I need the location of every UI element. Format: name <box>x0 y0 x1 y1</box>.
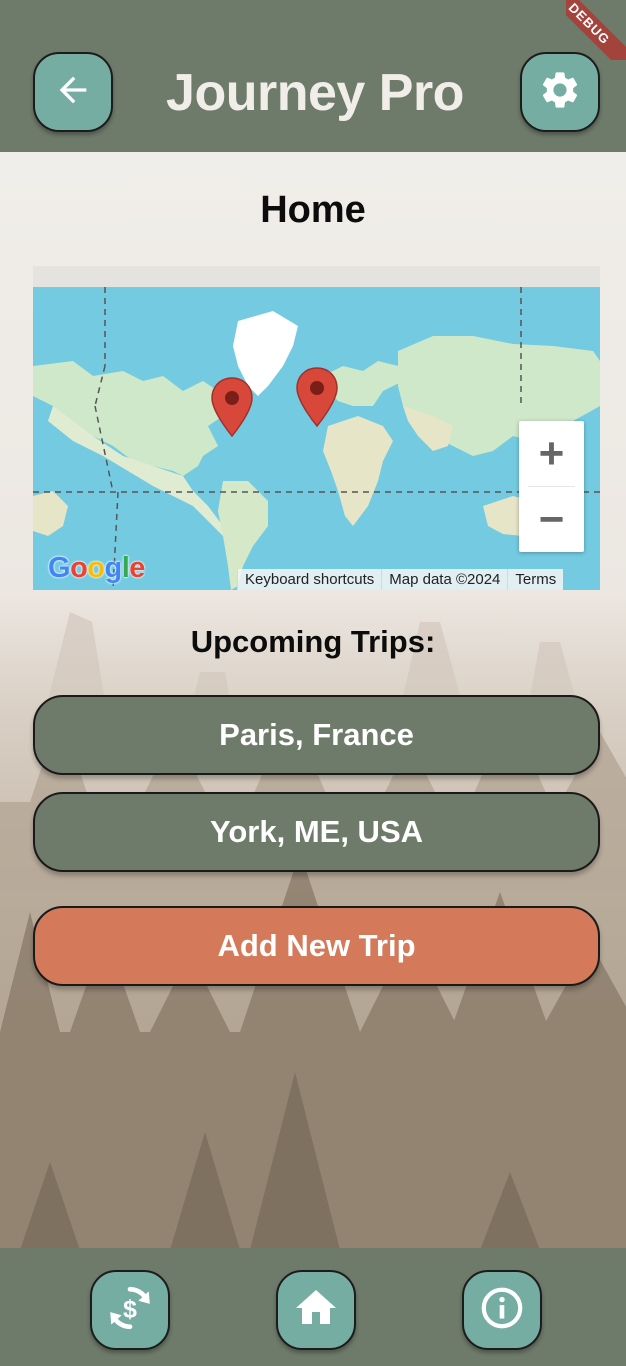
add-new-trip-button[interactable]: Add New Trip <box>33 906 600 986</box>
map-tiles <box>33 287 600 590</box>
app-title: Journey Pro <box>166 64 464 122</box>
trip-button-york[interactable]: York, ME, USA <box>33 792 600 872</box>
marker-york[interactable] <box>210 376 254 438</box>
debug-corner: DEBUG <box>566 0 626 60</box>
info-icon <box>479 1285 525 1336</box>
marker-paris[interactable] <box>295 366 339 428</box>
map-data-label: Map data ©2024 <box>381 569 508 590</box>
arrow-left-icon <box>53 70 93 115</box>
svg-text:$: $ <box>123 1295 137 1323</box>
home-icon <box>292 1284 340 1337</box>
zoom-in-button[interactable]: + <box>519 421 584 486</box>
bottom-nav-bar: $ <box>0 1248 626 1366</box>
gear-icon <box>538 68 582 117</box>
settings-button[interactable] <box>520 52 600 132</box>
trip-button-paris[interactable]: Paris, France <box>33 695 600 775</box>
debug-banner: DEBUG <box>566 0 626 60</box>
google-logo: Google <box>48 552 145 584</box>
keyboard-shortcuts-link[interactable]: Keyboard shortcuts <box>237 569 382 590</box>
upcoming-trips-heading: Upcoming Trips: <box>190 624 436 659</box>
page-title: Home <box>260 189 366 231</box>
currency-button[interactable]: $ <box>90 1270 170 1350</box>
map-zoom-control: + − <box>519 421 584 552</box>
terms-link[interactable]: Terms <box>507 569 564 590</box>
app-bar: Journey Pro <box>0 0 626 152</box>
zoom-out-button[interactable]: − <box>519 487 584 552</box>
map-top-strip <box>33 266 600 287</box>
trip-map[interactable]: + − Google Keyboard shortcuts Map data ©… <box>33 266 600 590</box>
currency-exchange-icon: $ <box>105 1283 155 1338</box>
info-button[interactable] <box>462 1270 542 1350</box>
map-attribution: Keyboard shortcuts Map data ©2024 Terms <box>237 569 564 590</box>
home-button[interactable] <box>276 1270 356 1350</box>
back-button[interactable] <box>33 52 113 132</box>
